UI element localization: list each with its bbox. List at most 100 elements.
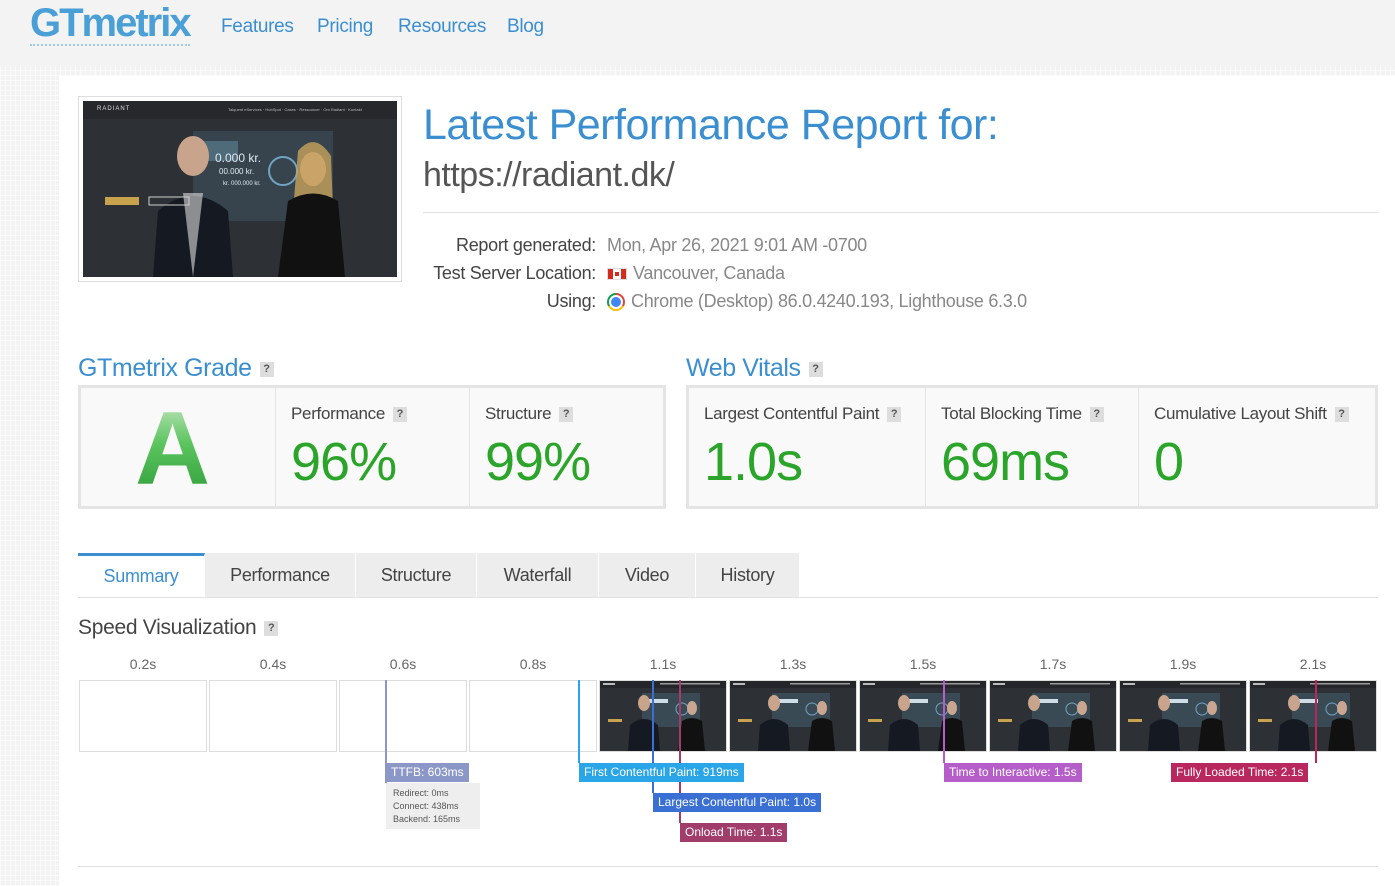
- performance-score-label: Performance?: [291, 404, 408, 424]
- structure-score-label: Structure?: [485, 404, 574, 424]
- tab-performance[interactable]: Performance: [205, 553, 356, 598]
- screenshot-amount-1: 0.000 kr.: [215, 151, 262, 165]
- report-divider: [423, 212, 1378, 213]
- performance-label-text: Performance: [291, 404, 386, 423]
- section-divider: [78, 866, 1378, 867]
- test-server-location-value: Vancouver, Canada: [607, 263, 785, 284]
- test-server-location-text: Vancouver, Canada: [633, 263, 785, 283]
- tti-marker: Time to Interactive: 1.5s: [944, 763, 1082, 782]
- screenshot-menu: Talquent eServices · HubSpot · Cases · R…: [228, 107, 362, 112]
- nav-blog-link[interactable]: Blog: [507, 16, 544, 38]
- tbt-help-icon[interactable]: ?: [1089, 407, 1104, 423]
- timeline-time-label: 1.1s: [649, 656, 677, 672]
- onload-marker: Onload Time: 1.1s: [680, 823, 788, 842]
- filmstrip-frame-rendered[interactable]: [729, 680, 857, 752]
- structure-score-value: 99%: [485, 432, 591, 492]
- tbt-cell: Total Blocking Time? 69ms: [925, 388, 1138, 506]
- tab-waterfall[interactable]: Waterfall: [477, 553, 599, 598]
- speed-visualization-title: Speed Visualization: [78, 616, 257, 639]
- fcp-marker: First Contentful Paint: 919ms: [579, 763, 744, 782]
- lcp-marker: Largest Contentful Paint: 1.0s: [653, 793, 822, 812]
- speed-visualization-heading: Speed Visualization?: [78, 615, 279, 641]
- gtmetrix-logo[interactable]: GTmetrix: [30, 0, 192, 48]
- ttfb-connect: Connect: 438ms: [393, 801, 459, 811]
- page-screenshot-image: RADIANT Talquent eServices · HubSpot · C…: [83, 101, 397, 277]
- page-screenshot[interactable]: RADIANT Talquent eServices · HubSpot · C…: [78, 96, 402, 282]
- ttfb-marker: TTFB: 603ms: [386, 763, 469, 782]
- tbt-label: Total Blocking Time?: [941, 404, 1104, 424]
- timeline-time-label: 0.4s: [259, 656, 287, 672]
- chrome-icon: [607, 292, 625, 311]
- report-generated-value: Mon, Apr 26, 2021 9:01 AM -0700: [607, 235, 867, 256]
- ttfb-details: Redirect: 0ms Connect: 438ms Backend: 16…: [386, 783, 480, 829]
- timeline-time-label: 1.5s: [909, 656, 937, 672]
- using-text: Chrome (Desktop) 86.0.4240.193, Lighthou…: [631, 291, 1027, 311]
- tbt-label-text: Total Blocking Time: [941, 404, 1082, 423]
- structure-score-cell: Structure? 99%: [469, 388, 664, 506]
- screenshot-amount-2: 00.000 kr.: [219, 167, 255, 176]
- timeline-time-label: 1.3s: [779, 656, 807, 672]
- timeline-time-label: 0.2s: [129, 656, 157, 672]
- test-server-location-label: Test Server Location:: [433, 263, 596, 283]
- timeline-time-label: 1.7s: [1039, 656, 1067, 672]
- performance-score-value: 96%: [291, 432, 397, 492]
- nav-features-link[interactable]: Features: [221, 16, 294, 38]
- timeline-time-label: 0.6s: [389, 656, 417, 672]
- web-vitals-title: Web Vitals: [686, 354, 801, 382]
- tab-summary[interactable]: Summary: [78, 553, 205, 598]
- nav-resources-link[interactable]: Resources: [398, 16, 486, 38]
- logo-underline: [30, 44, 190, 46]
- lcp-help-icon[interactable]: ?: [887, 407, 902, 423]
- web-vitals-help-icon[interactable]: ?: [808, 361, 823, 377]
- grade-letter: A: [135, 391, 211, 507]
- fully-loaded-marker: Fully Loaded Time: 2.1s: [1171, 763, 1309, 782]
- nav-pricing-link[interactable]: Pricing: [317, 16, 373, 38]
- using-label: Using:: [546, 291, 597, 311]
- timeline-time-label: 1.9s: [1169, 656, 1197, 672]
- report-title: Latest Performance Report for:: [423, 101, 999, 149]
- ttfb-redirect: Redirect: 0ms: [393, 788, 449, 798]
- report-url: https://radiant.dk/: [423, 156, 675, 194]
- report-generated-text: Mon, Apr 26, 2021 9:01 AM -0700: [607, 235, 867, 255]
- filmstrip-frame-rendered[interactable]: [1249, 680, 1377, 752]
- tab-video[interactable]: Video: [599, 553, 696, 598]
- performance-score-cell: Performance? 96%: [275, 388, 470, 506]
- web-vitals-heading: Web Vitals?: [686, 353, 823, 383]
- report-generated-label: Report generated:: [456, 235, 596, 255]
- filmstrip-frame-rendered[interactable]: [859, 680, 987, 752]
- gtmetrix-grade-help-icon[interactable]: ?: [259, 361, 274, 377]
- structure-help-icon[interactable]: ?: [559, 407, 574, 423]
- lcp-cell: Largest Contentful Paint? 1.0s: [689, 388, 925, 506]
- screenshot-brand: RADIANT: [97, 106, 131, 112]
- filmstrip-frame-rendered[interactable]: [989, 680, 1117, 752]
- fcp-marker-line: [578, 680, 580, 763]
- tti-marker-line: [943, 680, 945, 763]
- filmstrip-frame-rendered[interactable]: [599, 680, 727, 752]
- tab-history[interactable]: History: [696, 553, 800, 598]
- cls-cell: Cumulative Layout Shift? 0: [1138, 388, 1376, 506]
- gtmetrix-grade-heading: GTmetrix Grade?: [78, 353, 274, 383]
- timeline-time-label: 2.1s: [1299, 656, 1327, 672]
- structure-label-text: Structure: [485, 404, 552, 423]
- filmstrip-frame-rendered[interactable]: [1119, 680, 1247, 752]
- screenshot-amount-3: kr. 000.000 kr.: [223, 181, 261, 187]
- lcp-label: Largest Contentful Paint?: [704, 404, 902, 424]
- speed-visualization-help-icon[interactable]: ?: [264, 620, 279, 636]
- filmstrip-frame-blank[interactable]: [209, 680, 337, 752]
- cls-help-icon[interactable]: ?: [1334, 407, 1349, 423]
- gtmetrix-grade-panel: A Performance? 96% Structure? 99%: [78, 385, 666, 509]
- tabs-divider: [78, 597, 1378, 598]
- lcp-label-text: Largest Contentful Paint: [704, 404, 880, 423]
- gtmetrix-grade-title: GTmetrix Grade: [78, 354, 252, 382]
- filmstrip-frame-blank[interactable]: [339, 680, 467, 752]
- tab-structure[interactable]: Structure: [356, 553, 477, 598]
- ttfb-backend: Backend: 165ms: [393, 814, 461, 824]
- filmstrip-frame-blank[interactable]: [79, 680, 207, 752]
- web-vitals-panel: Largest Contentful Paint? 1.0s Total Blo…: [686, 385, 1378, 509]
- page-screenshot-illustration: [83, 101, 397, 277]
- cls-label-text: Cumulative Layout Shift: [1154, 404, 1327, 423]
- top-navigation-bar: GTmetrix Features Pricing Resources Blog: [0, 0, 1395, 66]
- performance-help-icon[interactable]: ?: [393, 407, 408, 423]
- canada-flag-icon: [607, 267, 627, 280]
- cls-label: Cumulative Layout Shift?: [1154, 404, 1349, 424]
